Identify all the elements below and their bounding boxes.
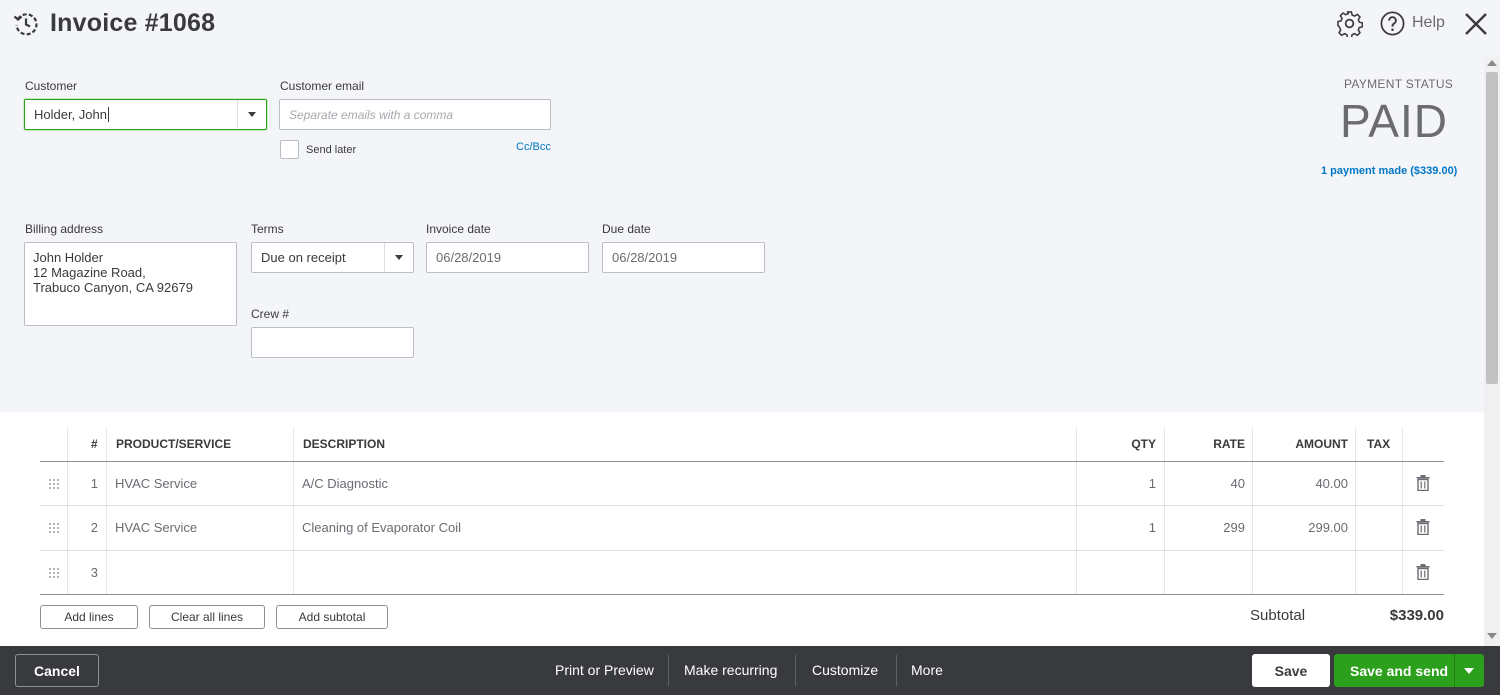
trash-icon[interactable] <box>1416 519 1430 535</box>
text-cursor <box>108 107 109 122</box>
customer-label: Customer <box>25 79 78 93</box>
terms-value: Due on receipt <box>261 250 346 265</box>
customer-select[interactable]: Holder, John <box>24 99 267 130</box>
add-subtotal-button[interactable]: Add subtotal <box>276 605 388 629</box>
close-icon[interactable] <box>1462 10 1490 38</box>
subtotal-value: $339.00 <box>1389 607 1444 624</box>
drag-handle-icon[interactable] <box>48 522 60 534</box>
scrollbar-thumb[interactable] <box>1486 72 1498 384</box>
trash-icon[interactable] <box>1416 564 1430 580</box>
payment-status-value: PAID <box>1340 95 1448 147</box>
chevron-down-icon[interactable] <box>1464 668 1474 674</box>
send-later-checkbox[interactable] <box>280 140 299 159</box>
billing-address-label: Billing address <box>25 222 104 236</box>
billing-line-street: 12 Magazine Road, <box>33 265 146 280</box>
billing-line-city: Trabuco Canyon, CA 92679 <box>33 280 193 295</box>
drag-handle-icon[interactable] <box>48 478 60 490</box>
add-lines-button[interactable]: Add lines <box>40 605 138 629</box>
row-product[interactable]: HVAC Service <box>115 476 197 491</box>
column-header-description: DESCRIPTION <box>303 437 386 451</box>
help-link[interactable]: Help <box>1412 14 1445 32</box>
scroll-down-arrow-icon[interactable] <box>1487 633 1497 639</box>
column-header-num: # <box>91 437 98 451</box>
make-recurring-button[interactable]: Make recurring <box>684 662 777 678</box>
due-date-input[interactable]: 06/28/2019 <box>602 242 765 273</box>
column-divider <box>293 427 294 595</box>
gear-icon[interactable] <box>1336 10 1363 37</box>
customer-email-placeholder: Separate emails with a comma <box>289 107 454 122</box>
row-rate[interactable]: 299 <box>1180 520 1245 535</box>
help-icon[interactable] <box>1379 10 1406 37</box>
footer-separator <box>896 655 897 686</box>
row-divider <box>40 550 1444 551</box>
chevron-down-icon[interactable] <box>237 100 266 129</box>
terms-label: Terms <box>251 222 284 236</box>
column-divider <box>1076 427 1077 595</box>
cc-bcc-link[interactable]: Cc/Bcc <box>516 141 551 153</box>
column-divider <box>1164 427 1165 595</box>
customer-email-input[interactable]: Separate emails with a comma <box>279 99 551 130</box>
crew-input[interactable] <box>251 327 414 358</box>
table-bottom-divider <box>40 594 1444 595</box>
due-date-label: Due date <box>602 222 651 236</box>
column-header-tax: TAX <box>1367 437 1391 451</box>
row-number: 2 <box>90 520 98 535</box>
print-preview-button[interactable]: Print or Preview <box>555 662 654 678</box>
row-qty[interactable]: 1 <box>1100 476 1156 491</box>
clear-all-lines-button[interactable]: Clear all lines <box>149 605 265 629</box>
column-divider <box>106 427 107 595</box>
cancel-button[interactable]: Cancel <box>15 654 99 687</box>
due-date-value: 06/28/2019 <box>612 250 678 265</box>
terms-select[interactable]: Due on receipt <box>251 242 414 273</box>
drag-handle-icon[interactable] <box>48 567 60 579</box>
row-product[interactable]: HVAC Service <box>115 520 197 535</box>
header-divider <box>40 461 1444 462</box>
column-divider <box>1402 427 1403 595</box>
column-header-qty: QTY <box>1131 437 1156 451</box>
row-qty[interactable]: 1 <box>1100 520 1156 535</box>
customize-button[interactable]: Customize <box>812 662 878 678</box>
column-divider <box>1355 427 1356 595</box>
customer-value: Holder, John <box>34 107 107 122</box>
chevron-down-icon[interactable] <box>384 243 413 272</box>
history-icon[interactable] <box>12 10 40 38</box>
column-header-amount: AMOUNT <box>1295 437 1348 451</box>
footer-separator <box>795 655 796 686</box>
trash-icon[interactable] <box>1416 475 1430 491</box>
header: Invoice #1068 Help <box>0 0 1500 48</box>
billing-line-name: John Holder <box>33 250 104 265</box>
send-later-label: Send later <box>306 144 357 156</box>
row-number: 3 <box>90 565 98 580</box>
payment-made-link[interactable]: 1 payment made ($339.00) <box>1321 165 1457 177</box>
row-number: 1 <box>90 476 98 491</box>
column-header-product: PRODUCT/SERVICE <box>116 437 232 451</box>
column-divider <box>1252 427 1253 595</box>
column-divider <box>67 427 68 595</box>
more-button[interactable]: More <box>911 662 943 678</box>
column-header-rate: RATE <box>1213 437 1245 451</box>
footer-bar: Cancel Print or Preview Make recurring C… <box>0 646 1500 695</box>
customer-email-label: Customer email <box>280 79 365 93</box>
payment-status-label: PAYMENT STATUS <box>1344 77 1454 91</box>
invoice-date-value: 06/28/2019 <box>436 250 502 265</box>
scroll-up-arrow-icon[interactable] <box>1487 60 1497 66</box>
row-divider <box>40 505 1444 506</box>
footer-separator <box>668 655 669 686</box>
billing-address-textarea[interactable]: John Holder 12 Magazine Road, Trabuco Ca… <box>24 242 237 326</box>
row-description[interactable]: A/C Diagnostic <box>302 476 388 491</box>
save-button[interactable]: Save <box>1252 654 1330 687</box>
row-rate[interactable]: 40 <box>1180 476 1245 491</box>
invoice-date-input[interactable]: 06/28/2019 <box>426 242 589 273</box>
save-and-send-button[interactable]: Save and send <box>1334 654 1484 687</box>
subtotal-label: Subtotal <box>1250 607 1306 624</box>
row-amount[interactable]: 40.00 <box>1260 476 1348 491</box>
save-and-send-label: Save and send <box>1350 663 1449 679</box>
page-title: Invoice #1068 <box>50 9 216 37</box>
crew-label: Crew # <box>251 307 290 321</box>
split-button-divider <box>1454 654 1455 687</box>
row-amount[interactable]: 299.00 <box>1260 520 1348 535</box>
invoice-date-label: Invoice date <box>426 222 491 236</box>
row-description[interactable]: Cleaning of Evaporator Coil <box>302 520 461 535</box>
